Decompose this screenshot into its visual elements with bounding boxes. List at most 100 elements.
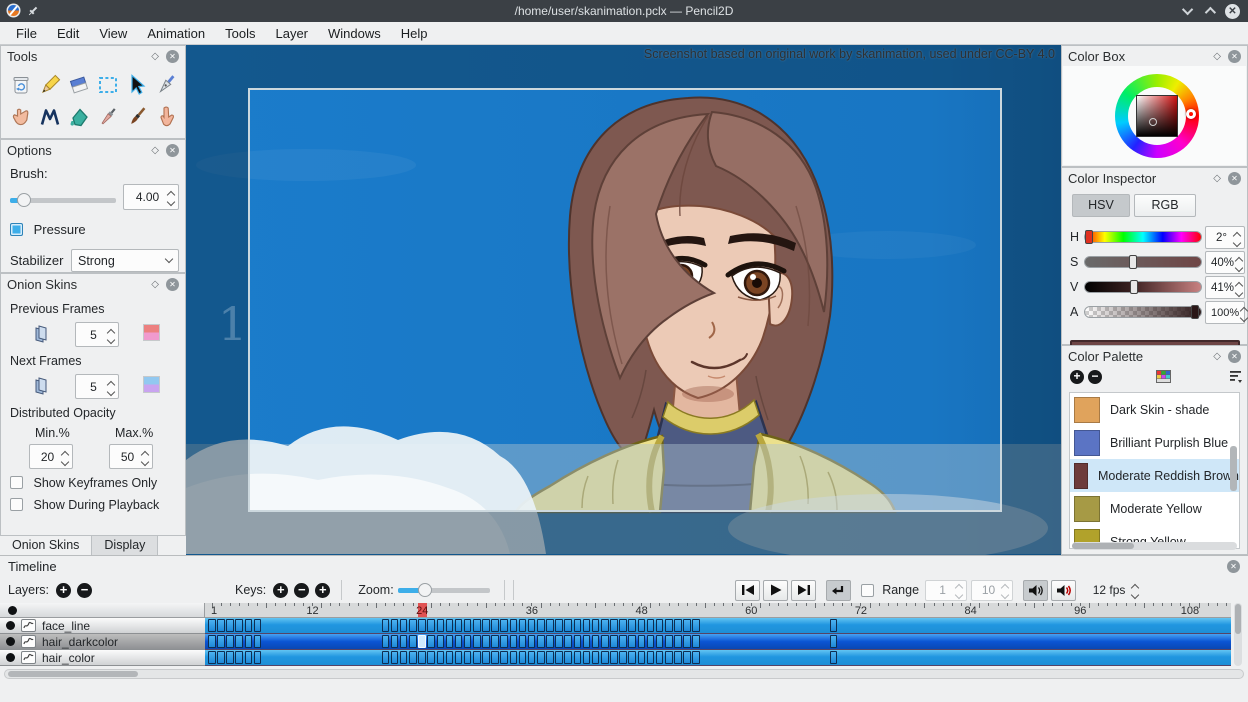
keyframe[interactable] [208, 651, 216, 664]
keyframe[interactable] [528, 651, 536, 664]
keyframe[interactable] [409, 651, 417, 664]
keyframe[interactable] [208, 619, 216, 632]
menu-item-view[interactable]: View [89, 24, 137, 43]
keyframe[interactable] [208, 635, 216, 648]
float-panel-icon[interactable]: ◇ [151, 279, 159, 290]
keyframe[interactable] [519, 651, 527, 664]
layer-name-cell-face_line[interactable]: face_line [0, 618, 205, 634]
palette-swatch-view-icon[interactable] [1156, 370, 1171, 383]
keyframe[interactable] [638, 651, 646, 664]
layer-name-cell-hair_darkcolor[interactable]: hair_darkcolor [0, 634, 205, 650]
add-color-button[interactable]: + [1070, 370, 1084, 384]
palette-menu-icon[interactable] [1230, 370, 1242, 383]
keyframe[interactable] [628, 651, 636, 664]
keyframe[interactable] [500, 619, 508, 632]
close-window-icon[interactable]: ✕ [1225, 4, 1240, 19]
keyframe[interactable] [500, 635, 508, 648]
keyframe[interactable] [519, 635, 527, 648]
keyframe[interactable] [391, 651, 399, 664]
hand-tool-button[interactable] [7, 102, 34, 132]
keyframe[interactable] [226, 651, 234, 664]
next-frames-spinbox[interactable]: 5 [75, 374, 119, 399]
close-panel-icon[interactable]: ✕ [1228, 172, 1241, 185]
keyframe[interactable] [510, 619, 518, 632]
layer-track-hair_darkcolor[interactable] [205, 634, 1231, 650]
hue-slider[interactable] [1084, 231, 1202, 243]
keyframe[interactable] [491, 619, 499, 632]
timeline-vertical-scrollbar[interactable] [1234, 603, 1242, 666]
keyframe[interactable] [491, 651, 499, 664]
keyframe[interactable] [382, 651, 390, 664]
bucket-tool-button[interactable] [65, 102, 92, 132]
fps-spinbox[interactable]: 12 fps [1084, 580, 1142, 601]
range-end-spinbox[interactable]: 10 [971, 580, 1013, 601]
keyframe[interactable] [491, 635, 499, 648]
palette-horizontal-scrollbar[interactable] [1072, 542, 1237, 550]
next-onion-color-swatch[interactable] [143, 376, 160, 393]
show-keyframes-only-checkbox[interactable] [10, 476, 23, 489]
timeline-horizontal-scrollbar[interactable] [4, 669, 1244, 679]
keyframe[interactable] [830, 619, 838, 632]
close-panel-icon[interactable]: ✕ [166, 144, 179, 157]
keyframe[interactable] [665, 619, 673, 632]
keyframe[interactable] [226, 619, 234, 632]
keyframe[interactable] [592, 635, 600, 648]
pressure-checkbox[interactable] [10, 223, 23, 236]
selected-keyframe[interactable] [418, 635, 426, 648]
previous-frames-spinbox[interactable]: 5 [75, 322, 119, 347]
keyframe[interactable] [592, 619, 600, 632]
eraser-tool-button[interactable] [65, 70, 92, 100]
menu-item-layer[interactable]: Layer [265, 24, 318, 43]
keyframe[interactable] [254, 619, 262, 632]
keyframe[interactable] [418, 651, 426, 664]
keyframe[interactable] [601, 619, 609, 632]
keyframe[interactable] [482, 619, 490, 632]
keyframe[interactable] [482, 651, 490, 664]
keyframe[interactable] [437, 619, 445, 632]
keyframe[interactable] [482, 635, 490, 648]
eyedropper-tool-button[interactable] [94, 102, 121, 132]
layer-track-face_line[interactable] [205, 618, 1231, 634]
keyframe[interactable] [437, 651, 445, 664]
move-tool-button[interactable] [123, 70, 150, 100]
float-panel-icon[interactable]: ◇ [1213, 173, 1221, 184]
loop-button[interactable] [826, 580, 851, 601]
layer-track-hair_color[interactable] [205, 650, 1231, 666]
keyframe[interactable] [574, 651, 582, 664]
keyframe[interactable] [409, 619, 417, 632]
palette-color-row[interactable]: Brilliant Purplish Blue [1070, 426, 1239, 459]
keyframe[interactable] [226, 635, 234, 648]
keyframe[interactable] [537, 635, 545, 648]
keyframe[interactable] [254, 635, 262, 648]
close-panel-icon[interactable]: ✕ [166, 278, 179, 291]
keyframe[interactable] [830, 635, 838, 648]
step-forward-button[interactable] [791, 580, 816, 601]
keyframe[interactable] [583, 635, 591, 648]
max-opacity-spinbox[interactable]: 50 [109, 444, 153, 469]
select-tool-button[interactable] [94, 70, 121, 100]
keyframe[interactable] [537, 619, 545, 632]
keyframe[interactable] [601, 651, 609, 664]
keyframe[interactable] [628, 619, 636, 632]
keyframe[interactable] [610, 619, 618, 632]
menu-item-help[interactable]: Help [391, 24, 438, 43]
keyframe[interactable] [400, 635, 408, 648]
duplicate-keyframe-button[interactable]: + [315, 583, 330, 598]
keyframe[interactable] [555, 651, 563, 664]
brush-size-spinbox[interactable]: 4.00 [123, 184, 179, 210]
keyframe[interactable] [564, 635, 572, 648]
keyframe[interactable] [427, 619, 435, 632]
keyframe[interactable] [830, 651, 838, 664]
value-value-spinbox[interactable]: 41% [1205, 276, 1245, 299]
keyframe[interactable] [574, 635, 582, 648]
tab-onion-skins[interactable]: Onion Skins [0, 536, 92, 555]
keyframe[interactable] [473, 635, 481, 648]
keyframe[interactable] [455, 619, 463, 632]
keyframe[interactable] [409, 635, 417, 648]
keyframe[interactable] [638, 635, 646, 648]
layer-visible-dot[interactable] [6, 637, 15, 646]
keyframe[interactable] [683, 635, 691, 648]
close-panel-icon[interactable]: ✕ [1228, 350, 1241, 363]
keyframe[interactable] [235, 651, 243, 664]
keyframe[interactable] [446, 635, 454, 648]
